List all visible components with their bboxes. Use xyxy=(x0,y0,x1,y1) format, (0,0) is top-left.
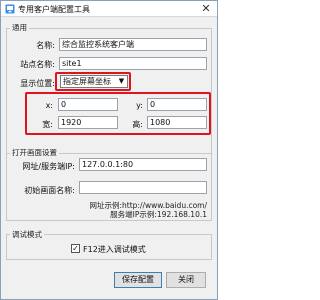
height-label: 高: xyxy=(132,120,143,129)
y-field[interactable]: 0 xyxy=(147,98,207,111)
close-button[interactable]: 关闭 xyxy=(166,272,206,288)
debug-checkbox[interactable]: ✓ xyxy=(71,244,80,253)
open-page-legend: 打开画面设置 xyxy=(10,147,59,158)
close-icon[interactable]: ✕ xyxy=(199,2,213,15)
initial-page-label: 初始画面名称: xyxy=(24,186,75,195)
ip-example-hint: 服务端IP示例:192.168.10.1 xyxy=(110,210,207,219)
app-icon xyxy=(5,4,15,14)
width-label: 宽: xyxy=(42,120,53,129)
site-name-field[interactable]: site1 xyxy=(59,57,207,70)
general-legend: 通用 xyxy=(10,22,29,33)
config-window: 专用客户端配置工具 ✕ 通用 名称: 综合监控系统客户端 站点名称: site1… xyxy=(0,0,218,300)
x-label: x: xyxy=(45,101,53,110)
url-label: 网址/服务端IP: xyxy=(22,162,75,171)
name-label: 名称: xyxy=(36,41,55,50)
site-name-label: 站点名称: xyxy=(20,60,55,69)
window-title: 专用客户端配置工具 xyxy=(18,5,90,14)
url-field[interactable]: 127.0.0.1:80 xyxy=(79,158,207,171)
height-field[interactable]: 1080 xyxy=(147,116,207,129)
save-config-button[interactable]: 保存配置 xyxy=(114,272,162,288)
display-position-label: 显示位置: xyxy=(20,79,55,88)
name-field[interactable]: 综合监控系统客户端 xyxy=(59,38,207,51)
y-label: y: xyxy=(136,101,143,110)
debug-checkbox-label[interactable]: F12进入调试模式 xyxy=(83,244,146,255)
initial-page-field[interactable] xyxy=(79,181,207,194)
display-select-highlight xyxy=(55,72,131,91)
width-field[interactable]: 1920 xyxy=(58,116,118,129)
title-bar[interactable]: 专用客户端配置工具 ✕ xyxy=(1,1,217,17)
debug-legend: 调试模式 xyxy=(10,229,44,240)
x-field[interactable]: 0 xyxy=(58,98,118,111)
